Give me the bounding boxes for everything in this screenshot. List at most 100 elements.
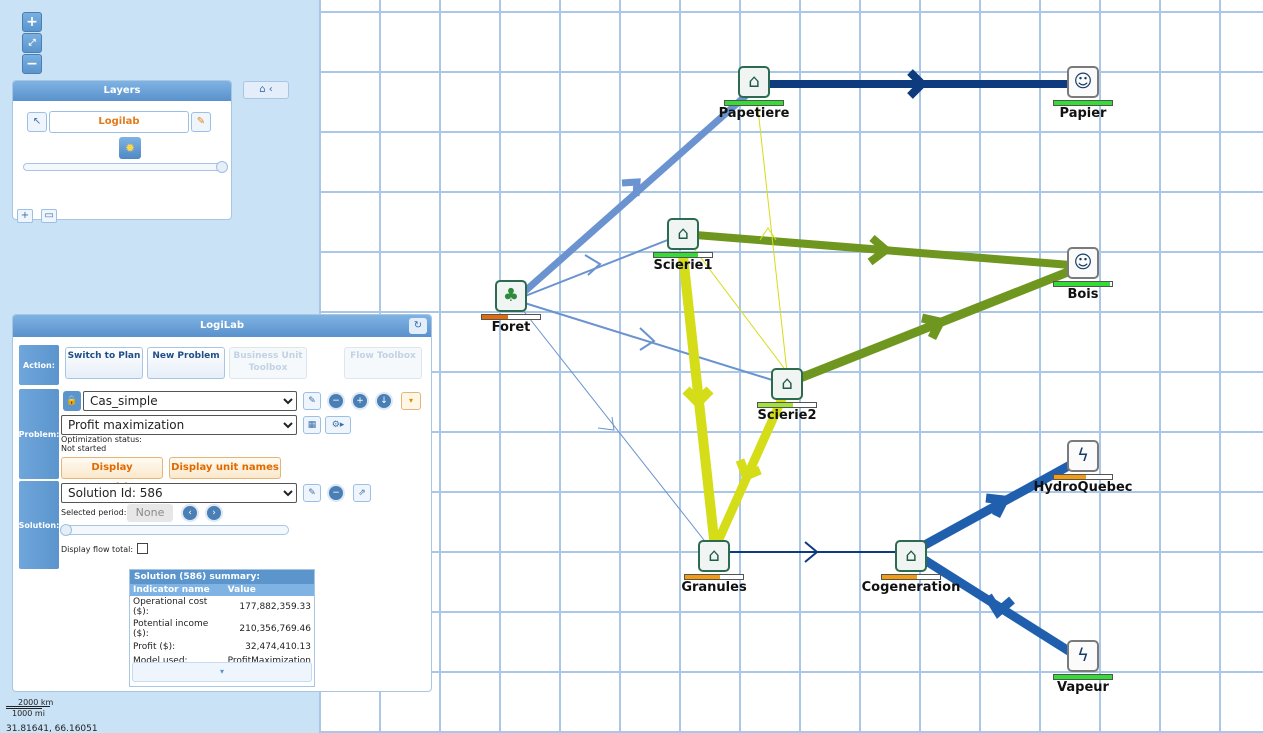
sun-icon[interactable]: ✹ xyxy=(119,137,141,159)
display-unit-names-button[interactable]: Display unit names xyxy=(169,457,281,479)
export-solution-icon[interactable]: ⇗ xyxy=(353,484,371,502)
logilab-panel: LogiLab ↻ Action: Switch to Plan New Pro… xyxy=(12,314,432,692)
lock-icon[interactable]: 🔒 xyxy=(63,391,81,411)
zoom-in-button[interactable]: + xyxy=(22,12,42,32)
scale-mi: 1000 mi xyxy=(12,709,45,718)
indicator-name: Operational cost ($): xyxy=(133,597,208,617)
selected-period-value: None xyxy=(127,504,173,522)
table-row: Profit ($): 32,474,410.13 xyxy=(130,640,314,654)
power-plant-icon: ⌂ xyxy=(895,540,927,572)
action-label: Action: xyxy=(19,345,59,385)
indicator-name: Potential income ($): xyxy=(133,619,209,639)
capacity-fill xyxy=(1054,675,1112,679)
add-problem-icon[interactable]: + xyxy=(351,392,369,410)
layers-panel-title: Layers xyxy=(13,81,231,101)
factory-icon: ⌂ xyxy=(738,66,770,98)
pellet-plant-icon: ⌂ xyxy=(698,540,730,572)
home-icon[interactable]: ⌂ xyxy=(259,84,265,95)
capacity-fill xyxy=(685,575,720,579)
node-label: Papetiere xyxy=(718,106,790,121)
wrench-icon[interactable]: ✎ xyxy=(191,112,211,132)
next-period-icon[interactable]: › xyxy=(205,504,223,522)
capacity-fill xyxy=(882,575,917,579)
remove-solution-icon[interactable]: − xyxy=(327,484,345,502)
edit-solution-icon[interactable]: ✎ xyxy=(303,484,321,502)
flow-papetiere-scierie2[interactable] xyxy=(756,99,788,373)
objective-select[interactable]: Profit maximization xyxy=(61,415,297,435)
problem-label: Problem: xyxy=(19,389,59,479)
chevron-left-icon[interactable]: ‹ xyxy=(269,84,273,95)
selected-period-label: Selected period: xyxy=(61,508,127,517)
period-slider[interactable] xyxy=(60,524,289,536)
indicator-value: 210,356,769.46 xyxy=(239,624,311,634)
summary-table: Indicator name Value Operational cost ($… xyxy=(130,584,314,668)
switch-to-plan-button[interactable]: Switch to Plan xyxy=(65,347,143,379)
summary-header-row: Indicator name Value xyxy=(130,584,314,596)
opacity-slider[interactable] xyxy=(23,161,228,173)
flow-arrow xyxy=(597,416,615,431)
indicator-value: 32,474,410.13 xyxy=(245,642,311,652)
problem-select[interactable]: Cas_simple xyxy=(83,391,297,411)
display-flow-total-checkbox[interactable] xyxy=(137,543,148,554)
download-problem-icon[interactable]: ↓ xyxy=(375,392,393,410)
electricity-icon: ϟ xyxy=(1067,440,1099,472)
node-label: Vapeur xyxy=(1057,680,1109,695)
node-label: Granules xyxy=(681,580,747,595)
map-application: ♣ Foret ⌂ Papetiere ☺ Papier ⌂ Scierie1 … xyxy=(0,0,1263,733)
zoom-out-button[interactable]: − xyxy=(22,54,42,74)
summary-header: Value xyxy=(224,584,314,596)
layers-home-controls: ⌂ ‹ xyxy=(243,81,289,99)
sawmill-icon: ⌂ xyxy=(771,368,803,400)
optimization-status-label: Optimization status: xyxy=(61,435,142,444)
layer-name[interactable]: Logilab xyxy=(49,111,189,133)
more-options-dropdown[interactable]: ▾ xyxy=(401,392,421,410)
sawmill-icon: ⌂ xyxy=(667,218,699,250)
slider-knob[interactable] xyxy=(60,524,72,536)
solution-select[interactable]: Solution Id: 586 xyxy=(61,483,297,503)
node-label: Scierie1 xyxy=(653,258,713,273)
table-row: Potential income ($): 210,356,769.46 xyxy=(130,618,314,640)
remove-problem-icon[interactable]: − xyxy=(327,392,345,410)
indicator-name: Profit ($): xyxy=(133,642,176,652)
calculator-icon[interactable]: ▦ xyxy=(303,416,321,434)
zoom-extent-button[interactable]: ⤢ xyxy=(22,33,42,53)
forest-icon: ♣ xyxy=(495,280,527,312)
capacity-fill xyxy=(758,403,793,407)
display-flow-total-label: Display flow total: xyxy=(61,545,134,554)
electricity-icon: ϟ xyxy=(1067,640,1099,672)
capacity-fill xyxy=(1054,475,1086,479)
capacity-fill xyxy=(1054,101,1112,105)
capacity-fill xyxy=(725,101,783,105)
capacity-fill xyxy=(1054,282,1111,286)
solution-label: Solution: xyxy=(19,481,59,569)
add-layer-button[interactable]: + xyxy=(17,209,33,223)
new-problem-button[interactable]: New Problem xyxy=(147,347,225,379)
select-layer-button[interactable]: ↖ xyxy=(27,112,47,132)
layers-panel: Layers ⌂ ‹ ↖ Logilab ✎ ✹ + ▭ xyxy=(12,80,289,223)
refresh-icon[interactable]: ↻ xyxy=(409,318,427,334)
business-unit-toolbox-button[interactable]: Business Unit Toolbox xyxy=(229,347,307,379)
scale-line: 2000 km 1000 mi xyxy=(6,698,66,720)
image-icon[interactable]: ▭ xyxy=(41,209,58,223)
market-icon: ☺ xyxy=(1067,247,1099,279)
run-optimization-icon[interactable]: ⚙▸ xyxy=(325,416,351,434)
flow-toolbox-button[interactable]: Flow Toolbox xyxy=(344,347,422,379)
summary-title: Solution (586) summary: xyxy=(130,570,314,584)
zoom-control: + ⤢ − xyxy=(22,12,44,75)
node-label: Foret xyxy=(491,320,531,335)
previous-period-icon[interactable]: ‹ xyxy=(181,504,199,522)
flow-foret-granules[interactable] xyxy=(514,299,716,555)
layer-row: ↖ Logilab ✎ xyxy=(27,111,217,133)
edit-problem-icon[interactable]: ✎ xyxy=(303,392,321,410)
capacity-fill xyxy=(654,253,698,257)
node-label: Scierie2 xyxy=(757,408,817,423)
layer-bottom-buttons: + ▭ xyxy=(17,203,60,223)
capacity-fill xyxy=(482,315,509,319)
node-label: Cogeneration xyxy=(861,580,961,595)
slider-knob[interactable] xyxy=(216,161,228,173)
flow-arrow xyxy=(621,178,641,197)
display-capacities-button[interactable]: Display capacities xyxy=(61,457,163,493)
summary-expand-button[interactable]: ▾ xyxy=(132,662,312,682)
node-label: Bois xyxy=(1067,287,1099,302)
summary-header: Indicator name xyxy=(130,584,225,596)
